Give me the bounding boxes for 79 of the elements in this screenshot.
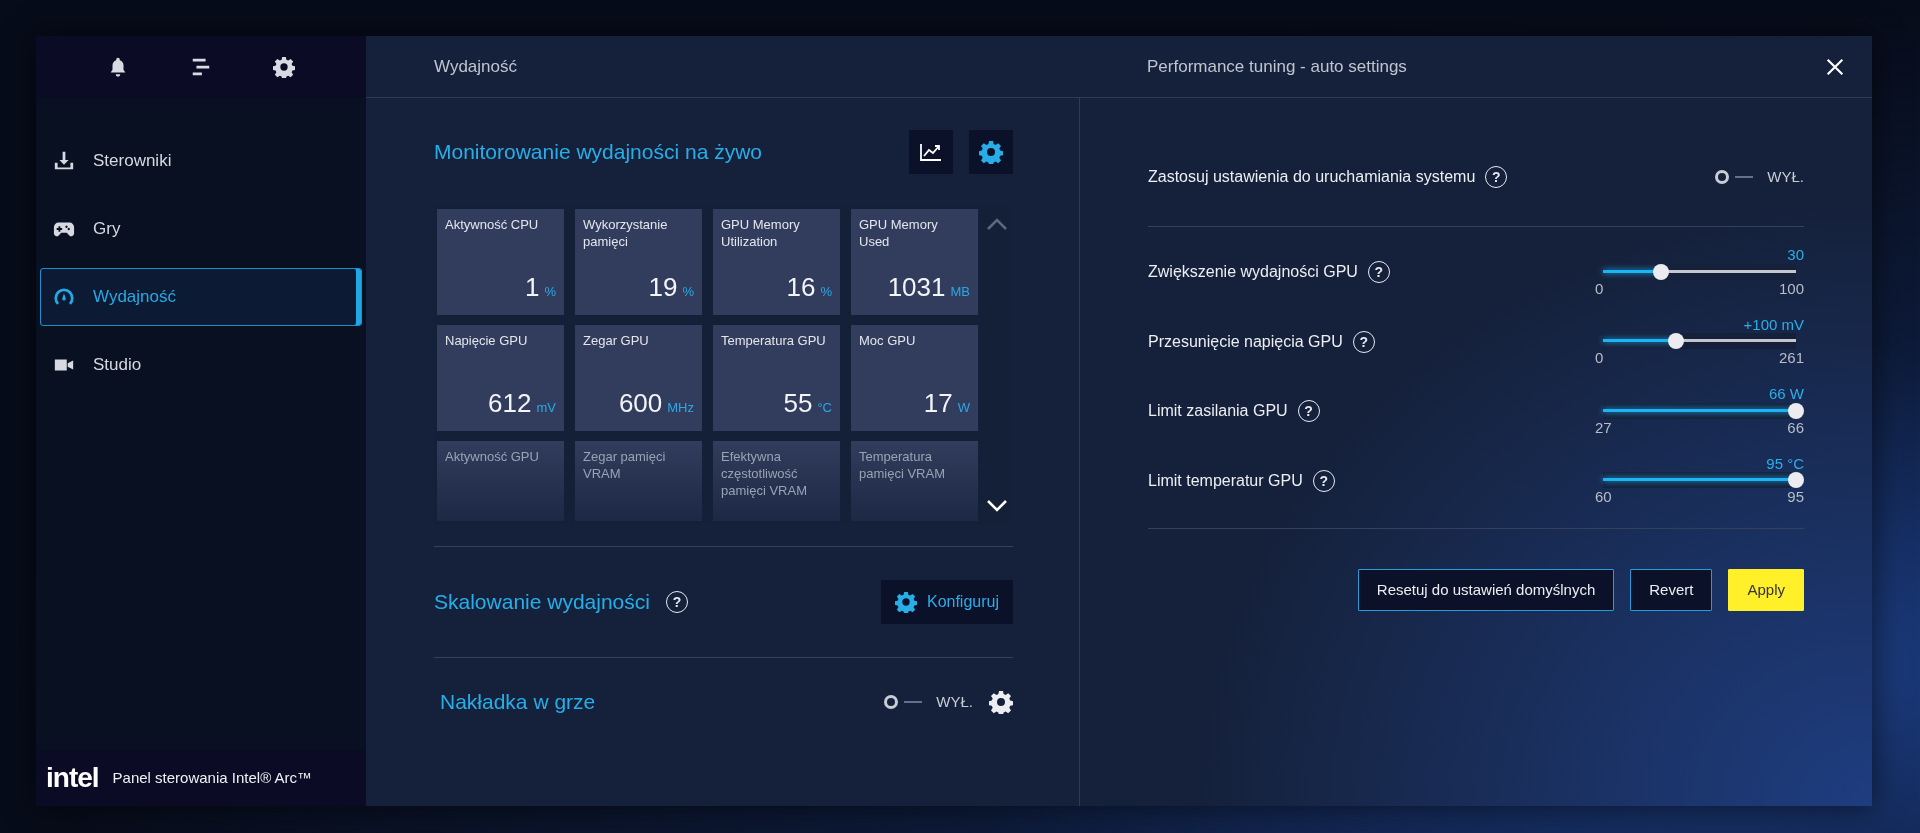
metric-value: 55	[783, 387, 813, 420]
metric-label: Moc GPU	[859, 333, 917, 350]
metric-unit: MB	[950, 283, 970, 301]
metric-unit: %	[544, 283, 556, 301]
metric-value: 16	[786, 271, 816, 304]
configure-button[interactable]: Konfiguruj	[880, 580, 1013, 624]
gear-icon	[894, 591, 917, 613]
metric-value: 1031	[887, 271, 946, 304]
slider-value: 95 °C	[1765, 455, 1804, 472]
toggle-state: WYŁ.	[1767, 166, 1804, 187]
metric-label: Zegar GPU	[583, 333, 650, 350]
gear-icon	[979, 140, 1003, 164]
settings-icon[interactable]	[989, 690, 1013, 714]
slider-label: Zwiększenie wydajności GPU	[1148, 262, 1358, 283]
section-title: Wydajność	[434, 55, 517, 78]
slider-min: 0	[1595, 279, 1604, 298]
slider-min: 60	[1595, 488, 1612, 506]
metric-label: Zegar pamięci VRAM	[583, 449, 667, 483]
action-button[interactable]: Revert	[1630, 569, 1713, 611]
metric-unit: MHz	[667, 399, 694, 417]
slider-label: Limit temperatur GPU	[1148, 470, 1303, 491]
panel-title: Performance tuning - auto settings	[1147, 55, 1407, 78]
metric-value: 600	[618, 387, 663, 420]
metric-value: 612	[488, 387, 532, 420]
action-button[interactable]: Resetuj do ustawień domyślnych	[1357, 569, 1615, 611]
metric-label: GPU Memory Used	[859, 217, 939, 251]
metric-value: 17	[923, 387, 953, 420]
metric-label: Temperatura pamięci VRAM	[859, 449, 946, 483]
settings-icon[interactable]	[273, 56, 296, 78]
slider-track[interactable]	[1603, 263, 1796, 280]
slider-value: 30	[1786, 247, 1804, 264]
metric-value: 1	[524, 271, 540, 304]
apply-button[interactable]: Apply	[1728, 569, 1804, 611]
sidebar-item[interactable]: Studio	[40, 336, 362, 394]
metric-unit: W	[957, 399, 970, 417]
chart-icon	[920, 143, 942, 161]
sidebar-item[interactable]: Wydajność	[40, 268, 362, 326]
slider-handle[interactable]	[1788, 472, 1804, 488]
slider-max: 66	[1787, 418, 1804, 437]
metric-unit: mV	[536, 399, 556, 417]
settings-button[interactable]	[969, 130, 1013, 174]
metric-label: Wykorzystanie pamięci	[583, 217, 669, 251]
slider-track[interactable]	[1603, 333, 1796, 349]
slider-min: 0	[1595, 349, 1604, 367]
metric-label: Napięcie GPU	[445, 333, 529, 350]
slider-handle[interactable]	[1788, 402, 1804, 419]
menu-icon[interactable]	[190, 56, 212, 78]
scroll-down-icon[interactable]	[986, 499, 1008, 513]
scaling-title: Skalowanie wydajności	[434, 589, 650, 616]
boot-toggle[interactable]	[1715, 169, 1754, 185]
metric-label: Efektywna częstotliwość pamięci VRAM	[721, 449, 808, 500]
overlay-title: Nakładka w grze	[440, 689, 596, 716]
toggle-state: WYŁ.	[936, 691, 973, 712]
setting-label: Zastosuj ustawienia do uruchamiania systemu	[1148, 167, 1476, 187]
slider-max: 95	[1787, 488, 1804, 506]
slider-value: +100 mV	[1742, 316, 1804, 333]
slider-min: 27	[1595, 418, 1612, 437]
metric-value: 19	[648, 271, 678, 304]
metric-label: GPU Memory Utilization	[721, 217, 801, 251]
slider-value: 66 W	[1768, 386, 1804, 403]
scroll-up-icon[interactable]	[986, 217, 1008, 231]
slider-label: Przesunięcie napięcia GPU	[1148, 331, 1343, 352]
metric-unit: %	[820, 283, 832, 301]
overlay-toggle[interactable]	[884, 694, 923, 710]
app-title: Panel sterowania Intel® Arc™	[112, 768, 313, 788]
download-icon	[53, 150, 75, 172]
metric-unit: %	[682, 283, 694, 301]
logo: intel	[46, 761, 99, 795]
monitoring-title: Monitorowanie wydajności na żywo	[434, 139, 762, 166]
metric-label: Aktywność GPU	[445, 449, 540, 466]
chart-button[interactable]	[909, 130, 953, 174]
metric-label: Aktywność CPU	[445, 217, 540, 234]
sidebar-item[interactable]: Gry	[40, 200, 362, 258]
metric-label: Temperatura GPU	[721, 333, 827, 350]
slider-max: 100	[1778, 279, 1804, 298]
metric-unit: °C	[817, 399, 832, 417]
sidebar-item[interactable]: Sterowniki	[40, 132, 362, 190]
slider-label: Limit zasilania GPU	[1148, 401, 1288, 422]
slider-max: 261	[1778, 349, 1804, 367]
